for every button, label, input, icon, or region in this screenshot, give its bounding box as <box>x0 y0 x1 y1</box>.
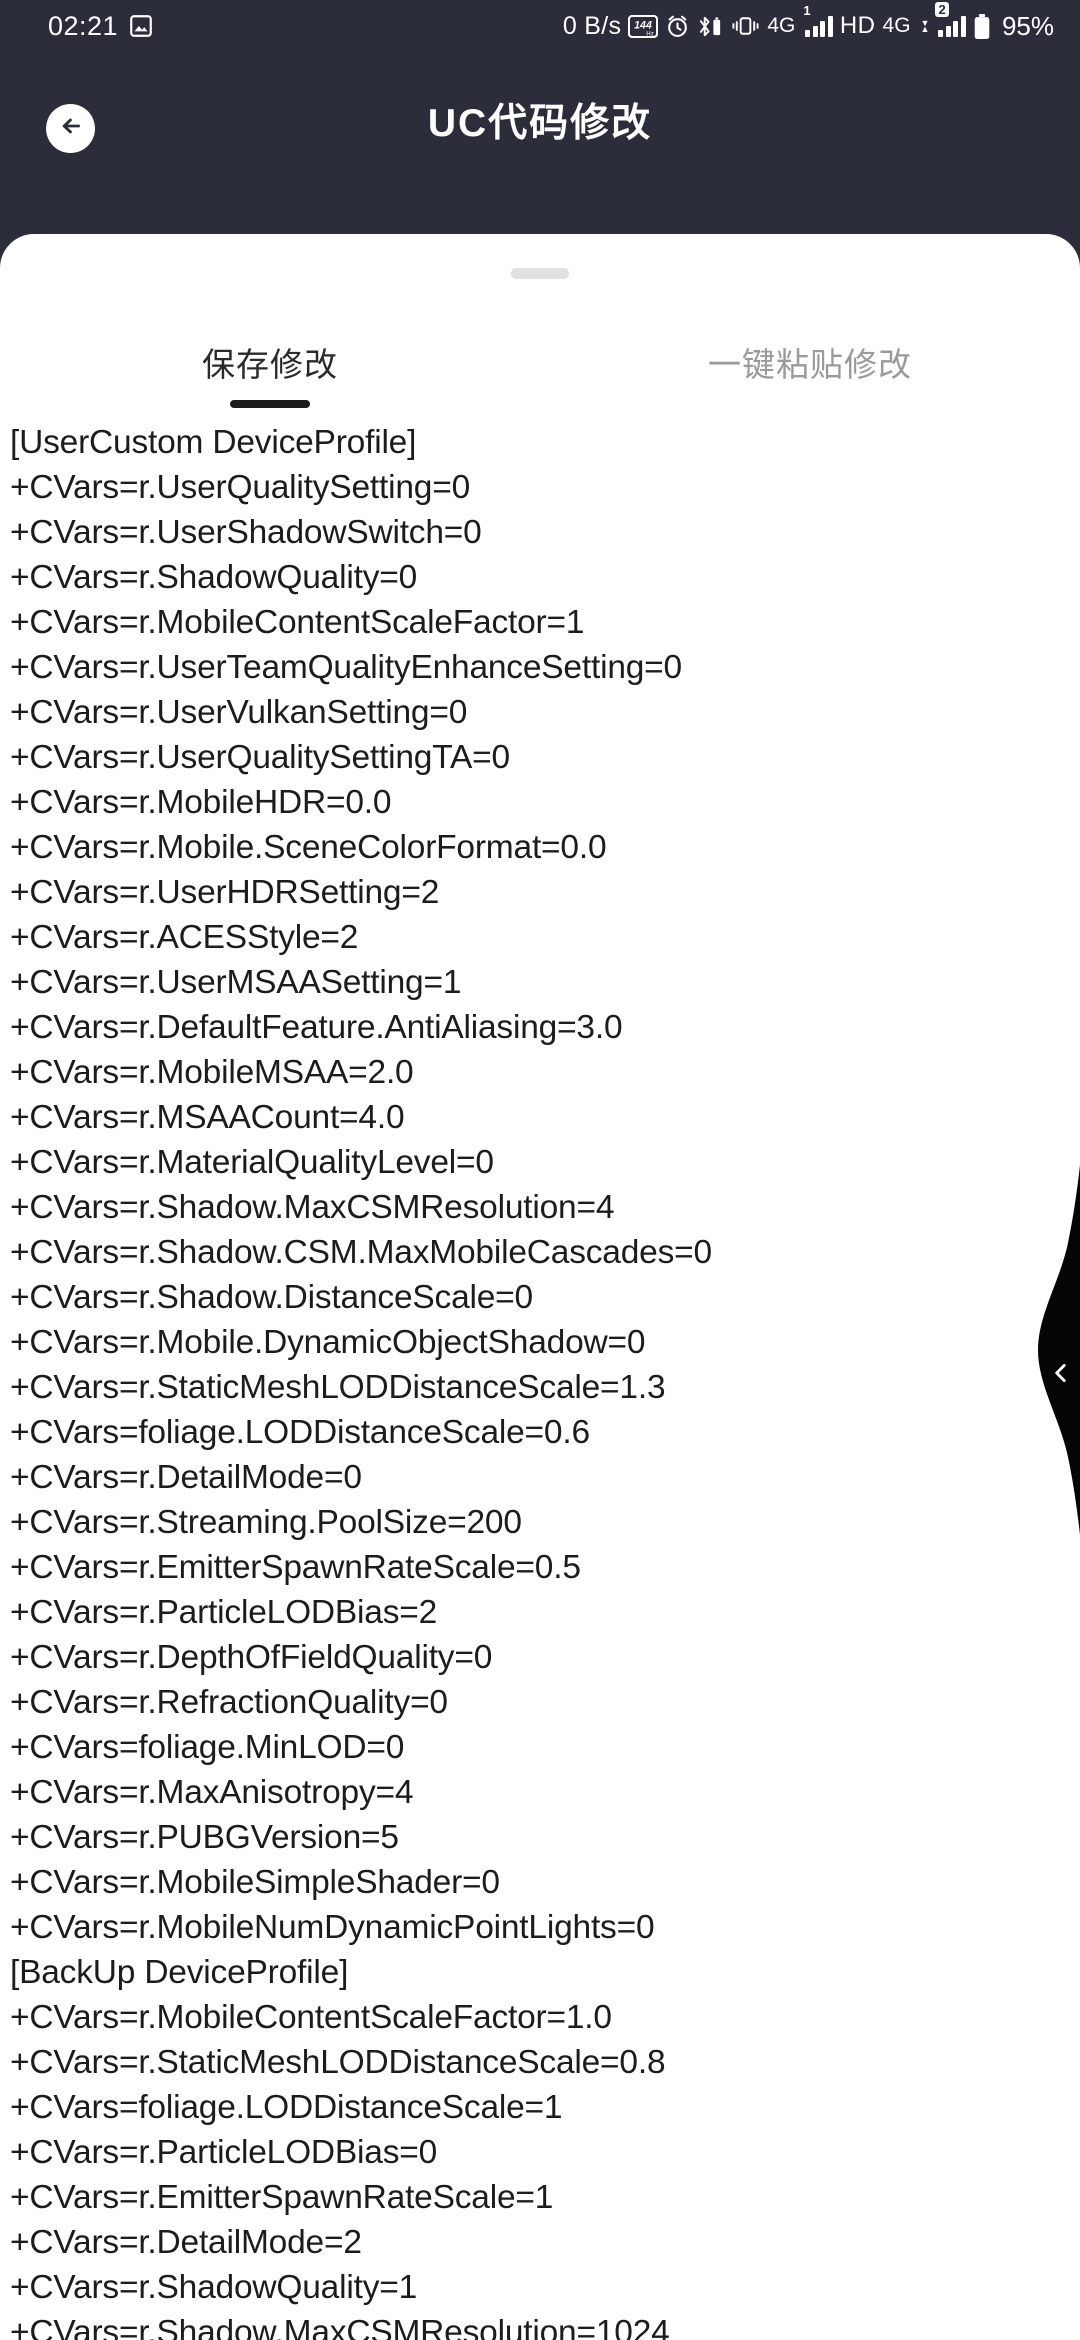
code-line: +CVars=r.RefractionQuality=0 <box>10 1684 448 1721</box>
config-code-text[interactable]: [UserCustom DeviceProfile] +CVars=r.UserQ… <box>0 420 1080 2340</box>
code-line: +CVars=r.ShadowQuality=1 <box>10 2269 418 2306</box>
code-line: +CVars=r.PUBGVersion=5 <box>10 1819 399 1856</box>
code-line: +CVars=r.UserMSAASetting=1 <box>10 964 462 1001</box>
edge-handle-shape <box>1038 1165 1080 1535</box>
code-line: +CVars=foliage.LODDistanceScale=1 <box>10 2089 563 2126</box>
code-line: +CVars=r.Mobile.SceneColorFormat=0.0 <box>10 829 607 866</box>
code-line: +CVars=r.UserTeamQualityEnhanceSetting=0 <box>10 649 682 686</box>
code-line: +CVars=r.MobileSimpleShader=0 <box>10 1864 500 1901</box>
code-line: +CVars=r.MobileContentScaleFactor=1.0 <box>10 1999 612 2036</box>
code-line: +CVars=r.DepthOfFieldQuality=0 <box>10 1639 493 1676</box>
code-line: +CVars=r.MaxAnisotropy=4 <box>10 1774 414 1811</box>
code-line: +CVars=r.EmitterSpawnRateScale=1 <box>10 2179 554 2216</box>
code-line: +CVars=r.Streaming.PoolSize=200 <box>10 1504 522 1541</box>
code-line: +CVars=r.Shadow.CSM.MaxMobileCascades=0 <box>10 1234 712 1271</box>
code-line: +CVars=foliage.MinLOD=0 <box>10 1729 405 1766</box>
phone-screen: 02:21 0 B/s 144 Hz 4G 1 HD 4G ▼ ▲ 2 95% … <box>0 0 1080 2340</box>
vibrate-icon <box>731 15 760 37</box>
code-line: +CVars=r.UserShadowSwitch=0 <box>10 514 482 551</box>
network-speed: 0 B/s <box>562 11 622 40</box>
code-line: +CVars=r.StaticMeshLODDistanceScale=0.8 <box>10 2044 666 2081</box>
image-icon <box>128 13 154 39</box>
code-line: +CVars=r.MobileContentScaleFactor=1 <box>10 604 585 641</box>
status-bar-left: 02:21 <box>48 11 154 42</box>
code-line: +CVars=r.MobileHDR=0.0 <box>10 784 392 821</box>
tab-paste-changes[interactable]: 一键粘贴修改 <box>540 304 1080 420</box>
battery-icon <box>973 13 991 40</box>
tab-paste-changes-label: 一键粘贴修改 <box>708 346 912 383</box>
battery-percent: 95% <box>1001 10 1054 41</box>
code-line: +CVars=r.Mobile.DynamicObjectShadow=0 <box>10 1324 646 1361</box>
code-line: +CVars=r.UserHDRSetting=2 <box>10 874 440 911</box>
bluetooth-battery-icon <box>697 14 724 39</box>
code-line: [UserCustom DeviceProfile] <box>10 424 417 461</box>
code-line: +CVars=r.UserQualitySettingTA=0 <box>10 739 510 776</box>
code-line: +CVars=r.DefaultFeature.AntiAliasing=3.0 <box>10 1009 623 1046</box>
code-line: +CVars=foliage.LODDistanceScale=0.6 <box>10 1414 590 1451</box>
hd-label: HD <box>839 12 876 39</box>
code-line: +CVars=r.EmitterSpawnRateScale=0.5 <box>10 1549 581 1586</box>
content-sheet: 保存修改 一键粘贴修改 [UserCustom DeviceProfile] +C… <box>0 234 1080 2340</box>
sim2-network-label: 4G <box>882 14 911 37</box>
tab-bar: 保存修改 一键粘贴修改 <box>0 304 1080 420</box>
sheet-drag-handle[interactable] <box>511 268 569 279</box>
page-title: UC代码修改 <box>427 102 653 145</box>
back-arrow-icon <box>58 113 84 144</box>
code-line: +CVars=r.MobileMSAA=2.0 <box>10 1054 414 1091</box>
code-line: +CVars=r.StaticMeshLODDistanceScale=1.3 <box>10 1369 666 1406</box>
refresh-rate-icon: 144 Hz <box>628 14 659 38</box>
svg-text:Hz: Hz <box>647 30 655 37</box>
code-line: +CVars=r.Shadow.MaxCSMResolution=1024 <box>10 2314 670 2340</box>
code-line: +CVars=r.ACESStyle=2 <box>10 919 359 956</box>
tab-save-changes-label: 保存修改 <box>202 346 338 383</box>
sim1-network-label: 4G <box>767 14 796 37</box>
code-line: +CVars=r.ParticleLODBias=0 <box>10 2134 438 2171</box>
code-line: +CVars=r.UserVulkanSetting=0 <box>10 694 468 731</box>
alarm-clock-icon <box>665 14 690 39</box>
code-line: +CVars=r.MSAACount=4.0 <box>10 1099 405 1136</box>
back-button[interactable] <box>46 104 95 153</box>
code-line: +CVars=r.ParticleLODBias=2 <box>10 1594 438 1631</box>
status-bar: 02:21 0 B/s 144 Hz 4G 1 HD 4G ▼ ▲ 2 95% <box>0 0 1080 52</box>
sim2-signal-icon: 2 <box>935 2 966 37</box>
status-clock: 02:21 <box>48 10 119 41</box>
code-line: +CVars=r.Shadow.DistanceScale=0 <box>10 1279 533 1316</box>
code-line: +CVars=r.MobileNumDynamicPointLights=0 <box>10 1909 655 1946</box>
tab-active-indicator <box>230 400 310 408</box>
code-line: +CVars=r.UserQualitySetting=0 <box>10 469 471 506</box>
status-bar-right: 0 B/s 144 Hz 4G 1 HD 4G ▼ ▲ 2 95% <box>562 2 1054 42</box>
tab-save-changes[interactable]: 保存修改 <box>0 304 540 420</box>
code-line: +CVars=r.DetailMode=0 <box>10 1459 362 1496</box>
code-line: +CVars=r.Shadow.MaxCSMResolution=4 <box>10 1189 615 1226</box>
code-line: [BackUp DeviceProfile] <box>10 1954 349 1991</box>
code-line: +CVars=r.ShadowQuality=0 <box>10 559 418 596</box>
code-line: +CVars=r.MaterialQualityLevel=0 <box>10 1144 494 1181</box>
edge-panel-handle[interactable] <box>1010 1165 1080 1535</box>
chevron-left-icon <box>1048 1360 1074 1386</box>
app-bar: UC代码修改 <box>0 52 1080 234</box>
code-line: +CVars=r.DetailMode=2 <box>10 2224 362 2261</box>
sim1-signal-icon: 1 <box>803 4 833 37</box>
data-arrows-icon: ▼ ▲ <box>920 18 930 34</box>
